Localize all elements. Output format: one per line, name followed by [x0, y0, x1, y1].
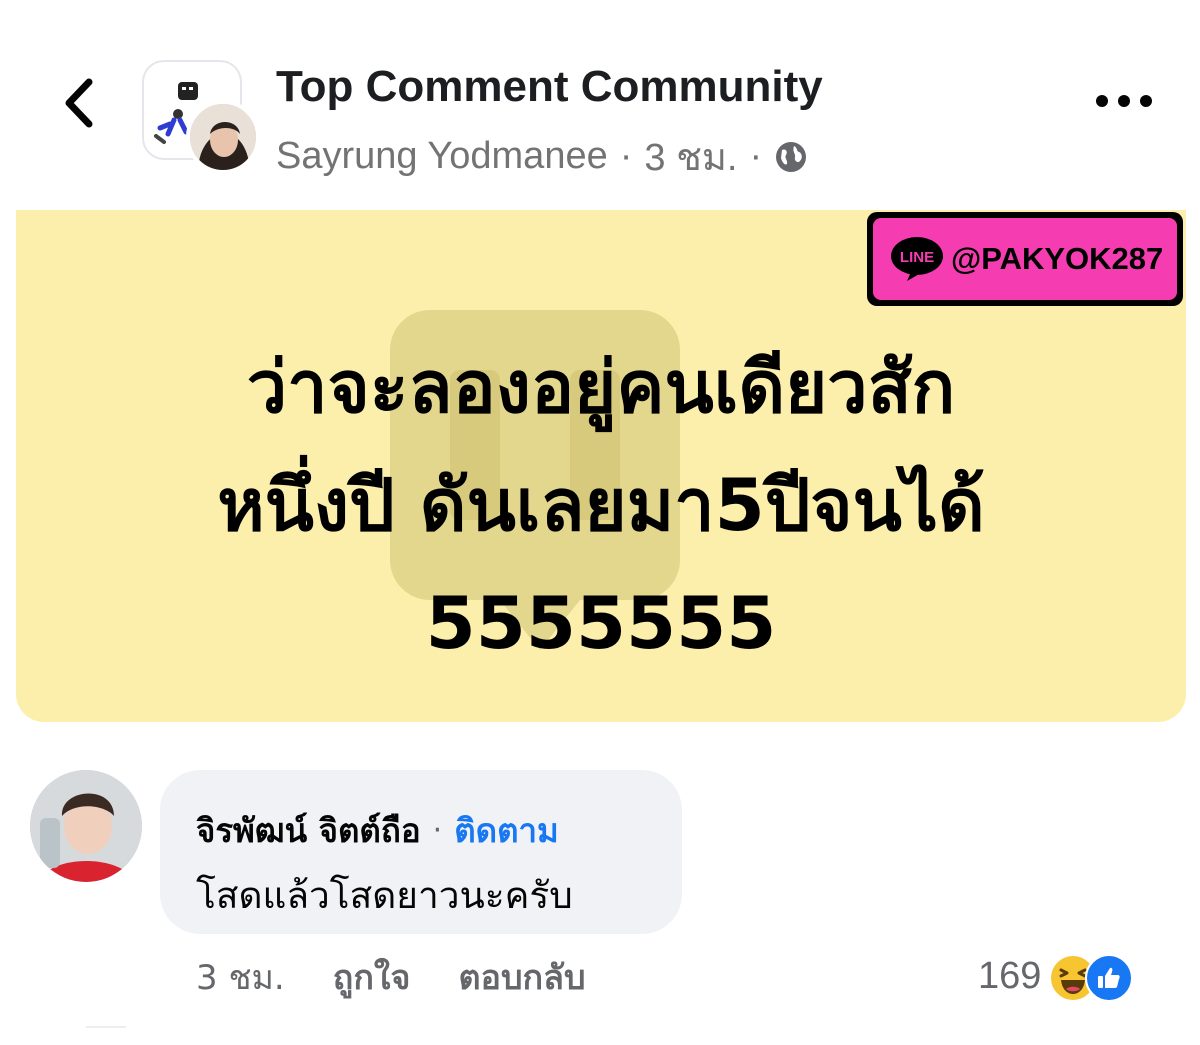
meta-separator: · — [619, 135, 633, 177]
divider — [86, 1026, 126, 1028]
chevron-left-icon — [65, 78, 93, 128]
post-time[interactable]: 3 ชม. — [644, 126, 737, 187]
post-meta: Sayrung Yodmanee · 3 ชม. · — [276, 126, 808, 187]
meta-separator-2: · — [749, 135, 763, 177]
follow-button[interactable]: ติดตาม — [454, 804, 559, 857]
line-logo-icon: LINE — [889, 236, 945, 282]
post-text-line: 5555555 — [425, 581, 777, 665]
person-photo — [190, 104, 256, 170]
like-button[interactable]: ถูกใจ — [333, 950, 411, 1004]
reaction-icons — [1049, 952, 1134, 1002]
more-dot — [1118, 95, 1130, 107]
comment-time[interactable]: 3 ชม. — [196, 950, 285, 1004]
comment-bubble[interactable]: จิรพัฒน์ จิตต์ถือ · ติดตาม โสดแล้วโสดยาว… — [160, 770, 682, 934]
more-options-button[interactable] — [1096, 86, 1152, 116]
more-dot — [1140, 95, 1152, 107]
more-dot — [1096, 95, 1108, 107]
line-id-badge: LINE @PAKYOK287 — [867, 212, 1183, 306]
commenter-avatar[interactable] — [30, 770, 142, 882]
author-avatar[interactable] — [186, 100, 260, 174]
line-id-badge-inner: LINE @PAKYOK287 — [873, 218, 1177, 300]
reaction-summary[interactable]: 169 — [978, 952, 1134, 1002]
commenter-name[interactable]: จิรพัฒน์ จิตต์ถือ — [196, 804, 421, 857]
line-logo-text: LINE — [900, 249, 934, 266]
like-icon — [1085, 954, 1134, 1002]
post-text-line: หนึ่งปี ดันเลยมา5ปีจนได้ — [217, 463, 985, 547]
reply-button[interactable]: ตอบกลับ — [458, 950, 585, 1004]
post-text-line: ว่าจะลองอยู่คนเดียวสัก — [246, 345, 956, 429]
reaction-count: 169 — [978, 954, 1042, 997]
comment-author-row: จิรพัฒน์ จิตต์ถือ · ติดตาม — [196, 804, 559, 857]
author-name[interactable]: Sayrung Yodmanee — [276, 135, 608, 178]
globe-icon — [776, 141, 807, 172]
comment-actions: 3 ชม. ถูกใจ ตอบกลับ — [196, 950, 586, 1004]
back-button[interactable] — [48, 68, 108, 138]
post-text: ว่าจะลองอยู่คนเดียวสัก หนึ่งปี ดันเลยมา5… — [16, 328, 1186, 682]
comment-text: โสดแล้วโสดยาวนะครับ — [196, 874, 573, 917]
post-card[interactable]: LINE @PAKYOK287 ว่าจะลองอยู่คนเดียวสัก ห… — [16, 210, 1186, 722]
comment-separator: · — [432, 813, 443, 848]
person-photo — [30, 770, 142, 882]
post-header: Top Comment Community Sayrung Yodmanee ·… — [0, 0, 1200, 200]
line-id-text: @PAKYOK287 — [951, 241, 1164, 276]
group-name[interactable]: Top Comment Community — [276, 62, 823, 112]
